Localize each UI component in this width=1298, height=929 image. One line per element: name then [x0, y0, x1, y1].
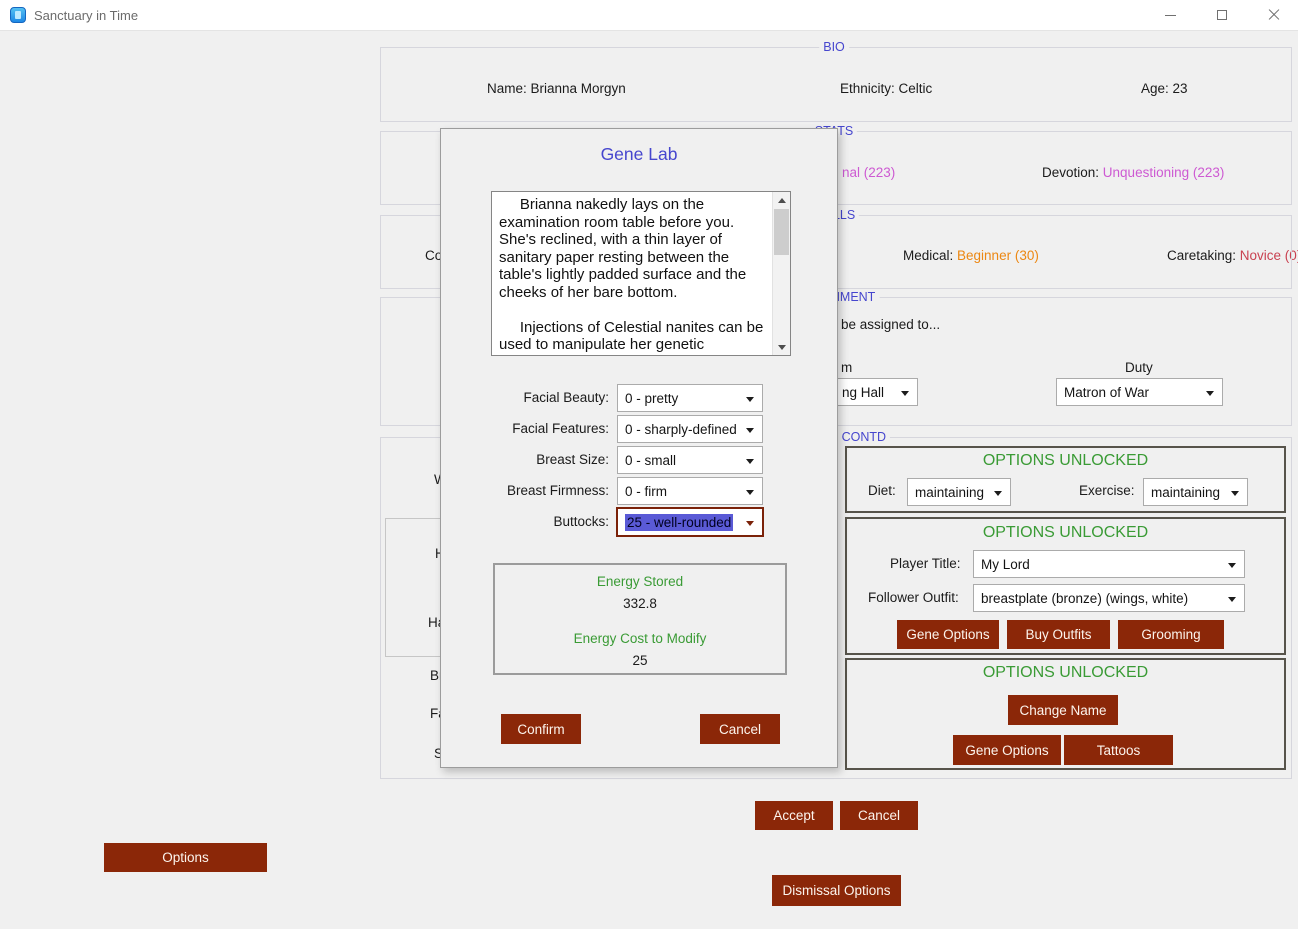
buttocks-value: 25 - well-rounded: [625, 514, 733, 531]
energy-cost-value: 25: [493, 653, 787, 668]
maximize-button[interactable]: [1199, 0, 1245, 30]
chevron-down-icon: [746, 490, 754, 495]
chevron-down-icon: [746, 459, 754, 464]
facial-beauty-value: 0 - pretty: [625, 391, 678, 406]
window-title: Sanctuary in Time: [34, 8, 138, 23]
buttocks-label: Buttocks:: [441, 514, 609, 529]
dialog-title: Gene Lab: [441, 144, 837, 165]
breast-firmness-value: 0 - firm: [625, 484, 667, 499]
energy-cost-label: Energy Cost to Modify: [493, 631, 787, 646]
facial-features-label: Facial Features:: [441, 421, 609, 436]
confirm-button[interactable]: Confirm: [501, 714, 581, 744]
close-button[interactable]: [1251, 0, 1297, 30]
arrow-down-icon: [778, 345, 786, 350]
cancel-button[interactable]: Cancel: [840, 801, 918, 830]
minimize-button[interactable]: [1147, 0, 1193, 30]
scrollbar-down-button[interactable]: [773, 339, 790, 355]
energy-stored-value: 332.8: [493, 596, 787, 611]
buttocks-combo[interactable]: 25 - well-rounded: [616, 507, 764, 537]
description-text: Brianna nakedly lays on the examination …: [499, 196, 771, 353]
facial-features-value: 0 - sharply-defined: [625, 422, 737, 437]
accept-button[interactable]: Accept: [755, 801, 833, 830]
facial-beauty-combo[interactable]: 0 - pretty: [617, 384, 763, 412]
app-icon: [10, 7, 26, 23]
legend-bio: BIO: [819, 40, 849, 54]
close-icon: [1268, 9, 1280, 21]
arrow-up-icon: [778, 198, 786, 203]
app-icon-inner: [15, 11, 21, 19]
minimize-icon: [1165, 15, 1176, 16]
chevron-down-icon: [746, 428, 754, 433]
breast-size-combo[interactable]: 0 - small: [617, 446, 763, 474]
scrollbar[interactable]: [772, 192, 790, 355]
breast-size-label: Breast Size:: [441, 452, 609, 467]
facial-features-combo[interactable]: 0 - sharply-defined: [617, 415, 763, 443]
options-button[interactable]: Options: [104, 843, 267, 872]
breast-firmness-label: Breast Firmness:: [441, 483, 609, 498]
title-bar: Sanctuary in Time: [0, 0, 1298, 31]
scrollbar-thumb[interactable]: [774, 209, 789, 255]
scrollbar-up-button[interactable]: [773, 192, 790, 208]
breast-firmness-combo[interactable]: 0 - firm: [617, 477, 763, 505]
breast-size-value: 0 - small: [625, 453, 676, 468]
cancel-button-dialog[interactable]: Cancel: [700, 714, 780, 744]
app-window: Sanctuary in Time BIO Name: Brianna Morg…: [0, 0, 1298, 929]
gene-lab-dialog: Gene Lab Brianna nakedly lays on the exa…: [440, 128, 838, 768]
chevron-down-icon: [746, 397, 754, 402]
facial-beauty-label: Facial Beauty:: [441, 390, 609, 405]
dismissal-options-button[interactable]: Dismissal Options: [772, 875, 901, 906]
chevron-down-icon: [746, 521, 754, 526]
energy-stored-label: Energy Stored: [493, 574, 787, 589]
description-box[interactable]: Brianna nakedly lays on the examination …: [491, 191, 791, 356]
panel-bio: [380, 47, 1292, 122]
maximize-icon: [1217, 10, 1227, 20]
